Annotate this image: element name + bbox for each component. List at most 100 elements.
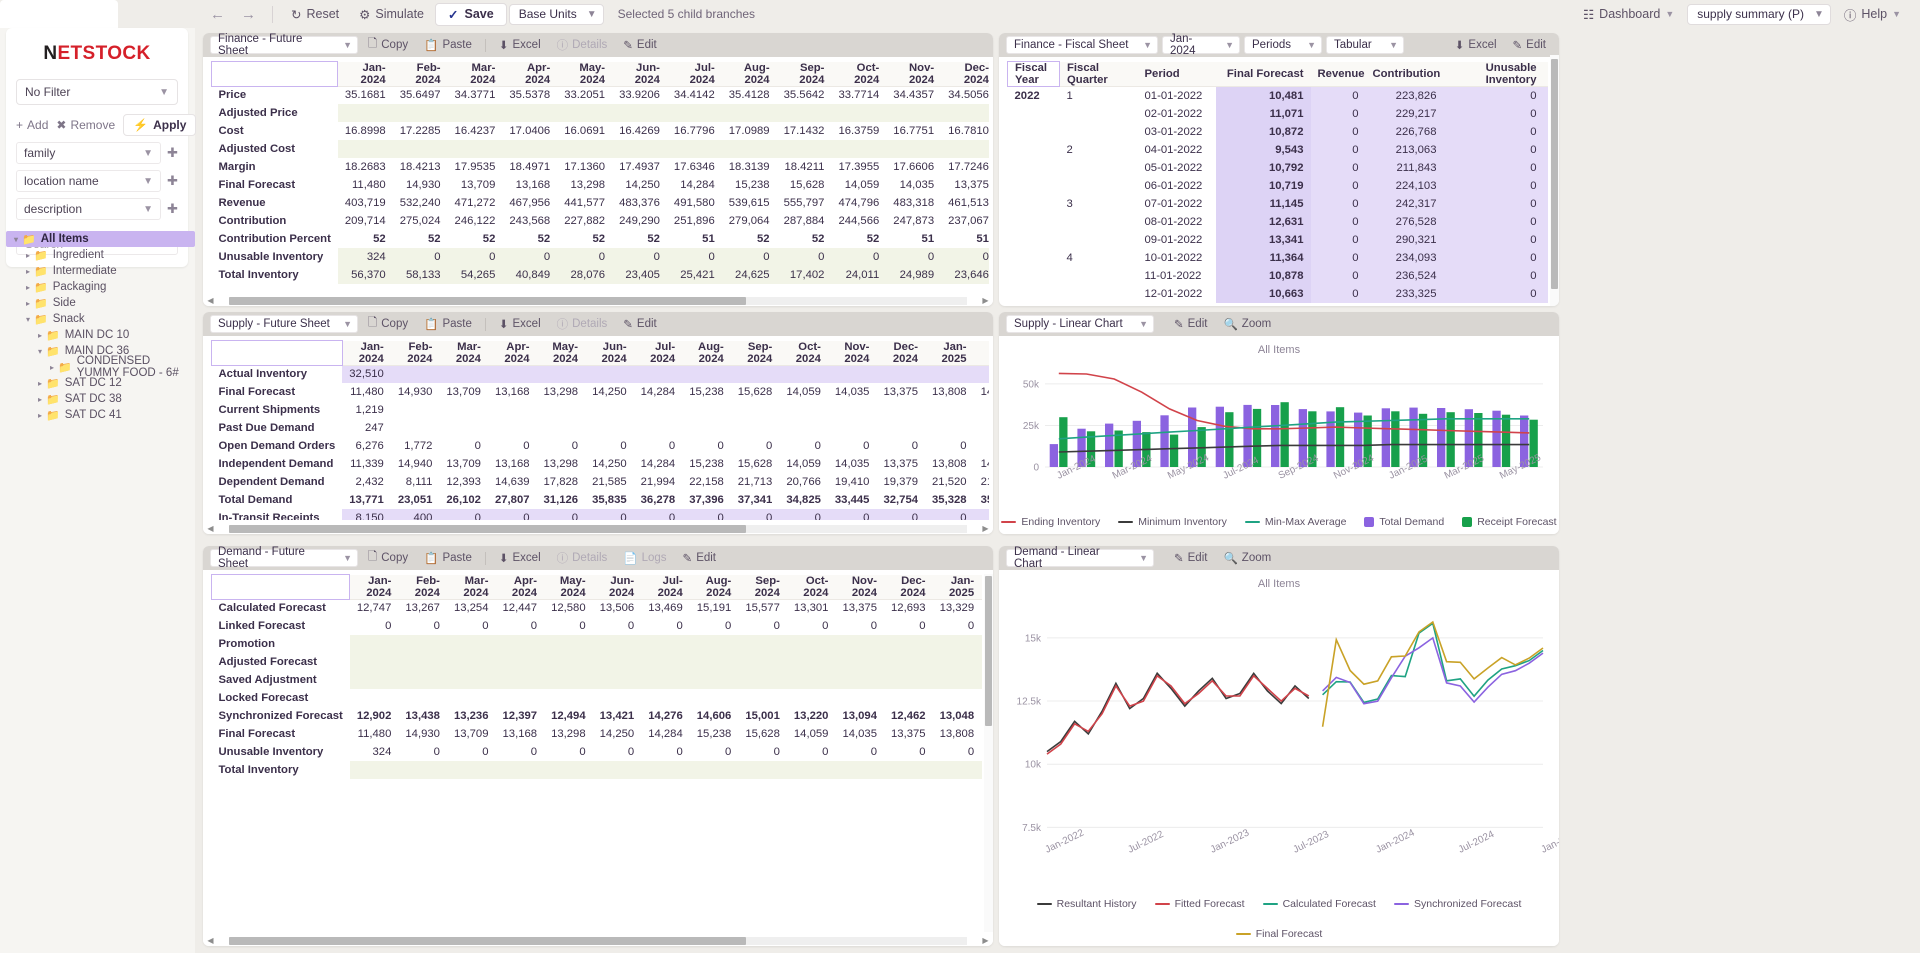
cell[interactable]: 287,884 [777,212,832,230]
cell[interactable] [777,140,832,158]
column-header[interactable]: Mar-2024 [439,341,488,366]
fiscal-year-cell[interactable] [1008,267,1060,285]
cell[interactable]: 1,772 [391,437,440,455]
cell[interactable] [448,140,503,158]
cell[interactable] [925,365,974,383]
cell[interactable] [974,365,989,383]
cell[interactable]: 14,276 [641,707,690,725]
revenue-cell[interactable]: 0 [1311,285,1366,303]
cell[interactable]: 21,560 [974,473,989,491]
cell[interactable]: 13,375 [876,383,925,401]
tree-item-snack[interactable]: ▾📁Snack [6,311,195,327]
column-header[interactable]: Jan-2024 [350,575,399,600]
cell[interactable] [884,671,933,689]
cell[interactable]: 0 [488,509,537,520]
cell[interactable]: 23,405 [612,266,667,284]
cell[interactable] [593,653,642,671]
total-inventory-cell[interactable]: 0 [1544,123,1549,141]
column-header[interactable]: Nov-2024 [835,575,884,600]
cell[interactable]: 13,094 [835,707,884,725]
cell[interactable] [398,761,447,779]
cell[interactable] [439,419,488,437]
cell[interactable]: 13,771 [342,491,391,509]
cell[interactable]: 467,956 [502,194,557,212]
fiscal-quarter-cell[interactable] [1060,159,1138,177]
cell[interactable]: 0 [779,509,828,520]
cell[interactable]: 13,168 [488,383,537,401]
cell[interactable] [557,104,612,122]
cell[interactable]: 13,267 [398,599,447,617]
cell[interactable] [828,401,877,419]
vscroll-thumb[interactable] [1551,59,1558,289]
column-header[interactable]: Sep-2024 [777,62,832,87]
column-header[interactable]: Total Inventory [1544,62,1549,87]
cell[interactable]: 14,059 [779,383,828,401]
cell[interactable]: 12,747 [350,599,399,617]
cell[interactable]: 243,568 [502,212,557,230]
cell[interactable]: 0 [682,509,731,520]
cell[interactable]: 13,375 [835,599,884,617]
cell[interactable] [974,401,989,419]
fiscal-group-select[interactable]: Periods ▼ [1244,36,1322,54]
cell[interactable]: 40,849 [502,266,557,284]
cell[interactable] [941,104,989,122]
period-cell[interactable]: 09-01-2022 [1138,231,1216,249]
excel-button[interactable]: ⬇Excel [493,549,547,567]
column-header[interactable]: Mar-2024 [448,62,503,87]
fiscal-quarter-cell[interactable] [1060,213,1138,231]
cell[interactable]: 0 [933,617,982,635]
cell[interactable] [981,635,982,653]
cell[interactable] [722,104,777,122]
unusable-inventory-cell[interactable]: 0 [1444,195,1544,213]
cell[interactable] [439,401,488,419]
finance-fiscal-sheet-select[interactable]: Finance - Fiscal Sheet ▼ [1006,36,1158,54]
cell[interactable]: 13,709 [439,383,488,401]
finance-fiscal-vscrollbar[interactable] [1550,55,1559,306]
cell[interactable] [612,104,667,122]
cell[interactable] [557,140,612,158]
cell[interactable] [835,653,884,671]
tree-item-sat-dc-41[interactable]: ▸📁SAT DC 41 [6,407,195,423]
cell[interactable]: 0 [690,743,739,761]
cell[interactable] [779,365,828,383]
cell[interactable]: 15,628 [731,383,780,401]
scroll-right-icon[interactable]: ▶ [980,524,991,533]
cell[interactable]: 32,754 [876,491,925,509]
cell[interactable] [447,689,496,707]
cell[interactable]: 33.7714 [831,86,886,104]
cell[interactable]: 13,808 [925,383,974,401]
dimension-select[interactable]: family▼ [16,142,161,164]
total-inventory-cell[interactable]: 0 [1544,87,1549,105]
cell[interactable] [974,437,989,455]
paste-button[interactable]: 📋Paste [418,315,478,333]
column-header[interactable]: Oct-2024 [831,62,886,87]
simulate-button[interactable]: ⚙ Simulate [350,4,433,25]
cell[interactable]: 539,615 [722,194,777,212]
unusable-inventory-cell[interactable]: 0 [1444,249,1544,267]
cell[interactable]: 1,219 [342,401,391,419]
cell[interactable]: 58,133 [393,266,448,284]
fiscal-year-cell[interactable]: 2022 [1008,87,1060,105]
cell[interactable]: 0 [502,248,557,266]
cell[interactable] [338,104,393,122]
cell[interactable]: 35.1681 [338,86,393,104]
cell[interactable] [544,689,593,707]
cell[interactable] [585,419,634,437]
cell[interactable]: 14,035 [886,176,941,194]
supply-future-sheet-select[interactable]: Supply - Future Sheet ▼ [210,315,358,333]
cell[interactable] [981,761,982,779]
cell[interactable]: 0 [738,617,787,635]
cell[interactable]: 11,480 [342,383,391,401]
cell[interactable]: 279,064 [722,212,777,230]
hscroll-thumb[interactable] [229,525,746,533]
cell[interactable]: 0 [779,437,828,455]
cell[interactable] [641,653,690,671]
scroll-left-icon[interactable]: ◀ [205,524,216,533]
column-header[interactable]: Fiscal Year [1008,62,1060,87]
column-header[interactable]: Contribution [1366,62,1444,87]
move-handle-icon[interactable]: ✚ [167,145,178,161]
twisty-icon[interactable]: ▸ [46,363,58,372]
cell[interactable]: 14,930 [393,176,448,194]
cell[interactable]: 0 [722,248,777,266]
cell[interactable]: 13,808 [933,725,982,743]
